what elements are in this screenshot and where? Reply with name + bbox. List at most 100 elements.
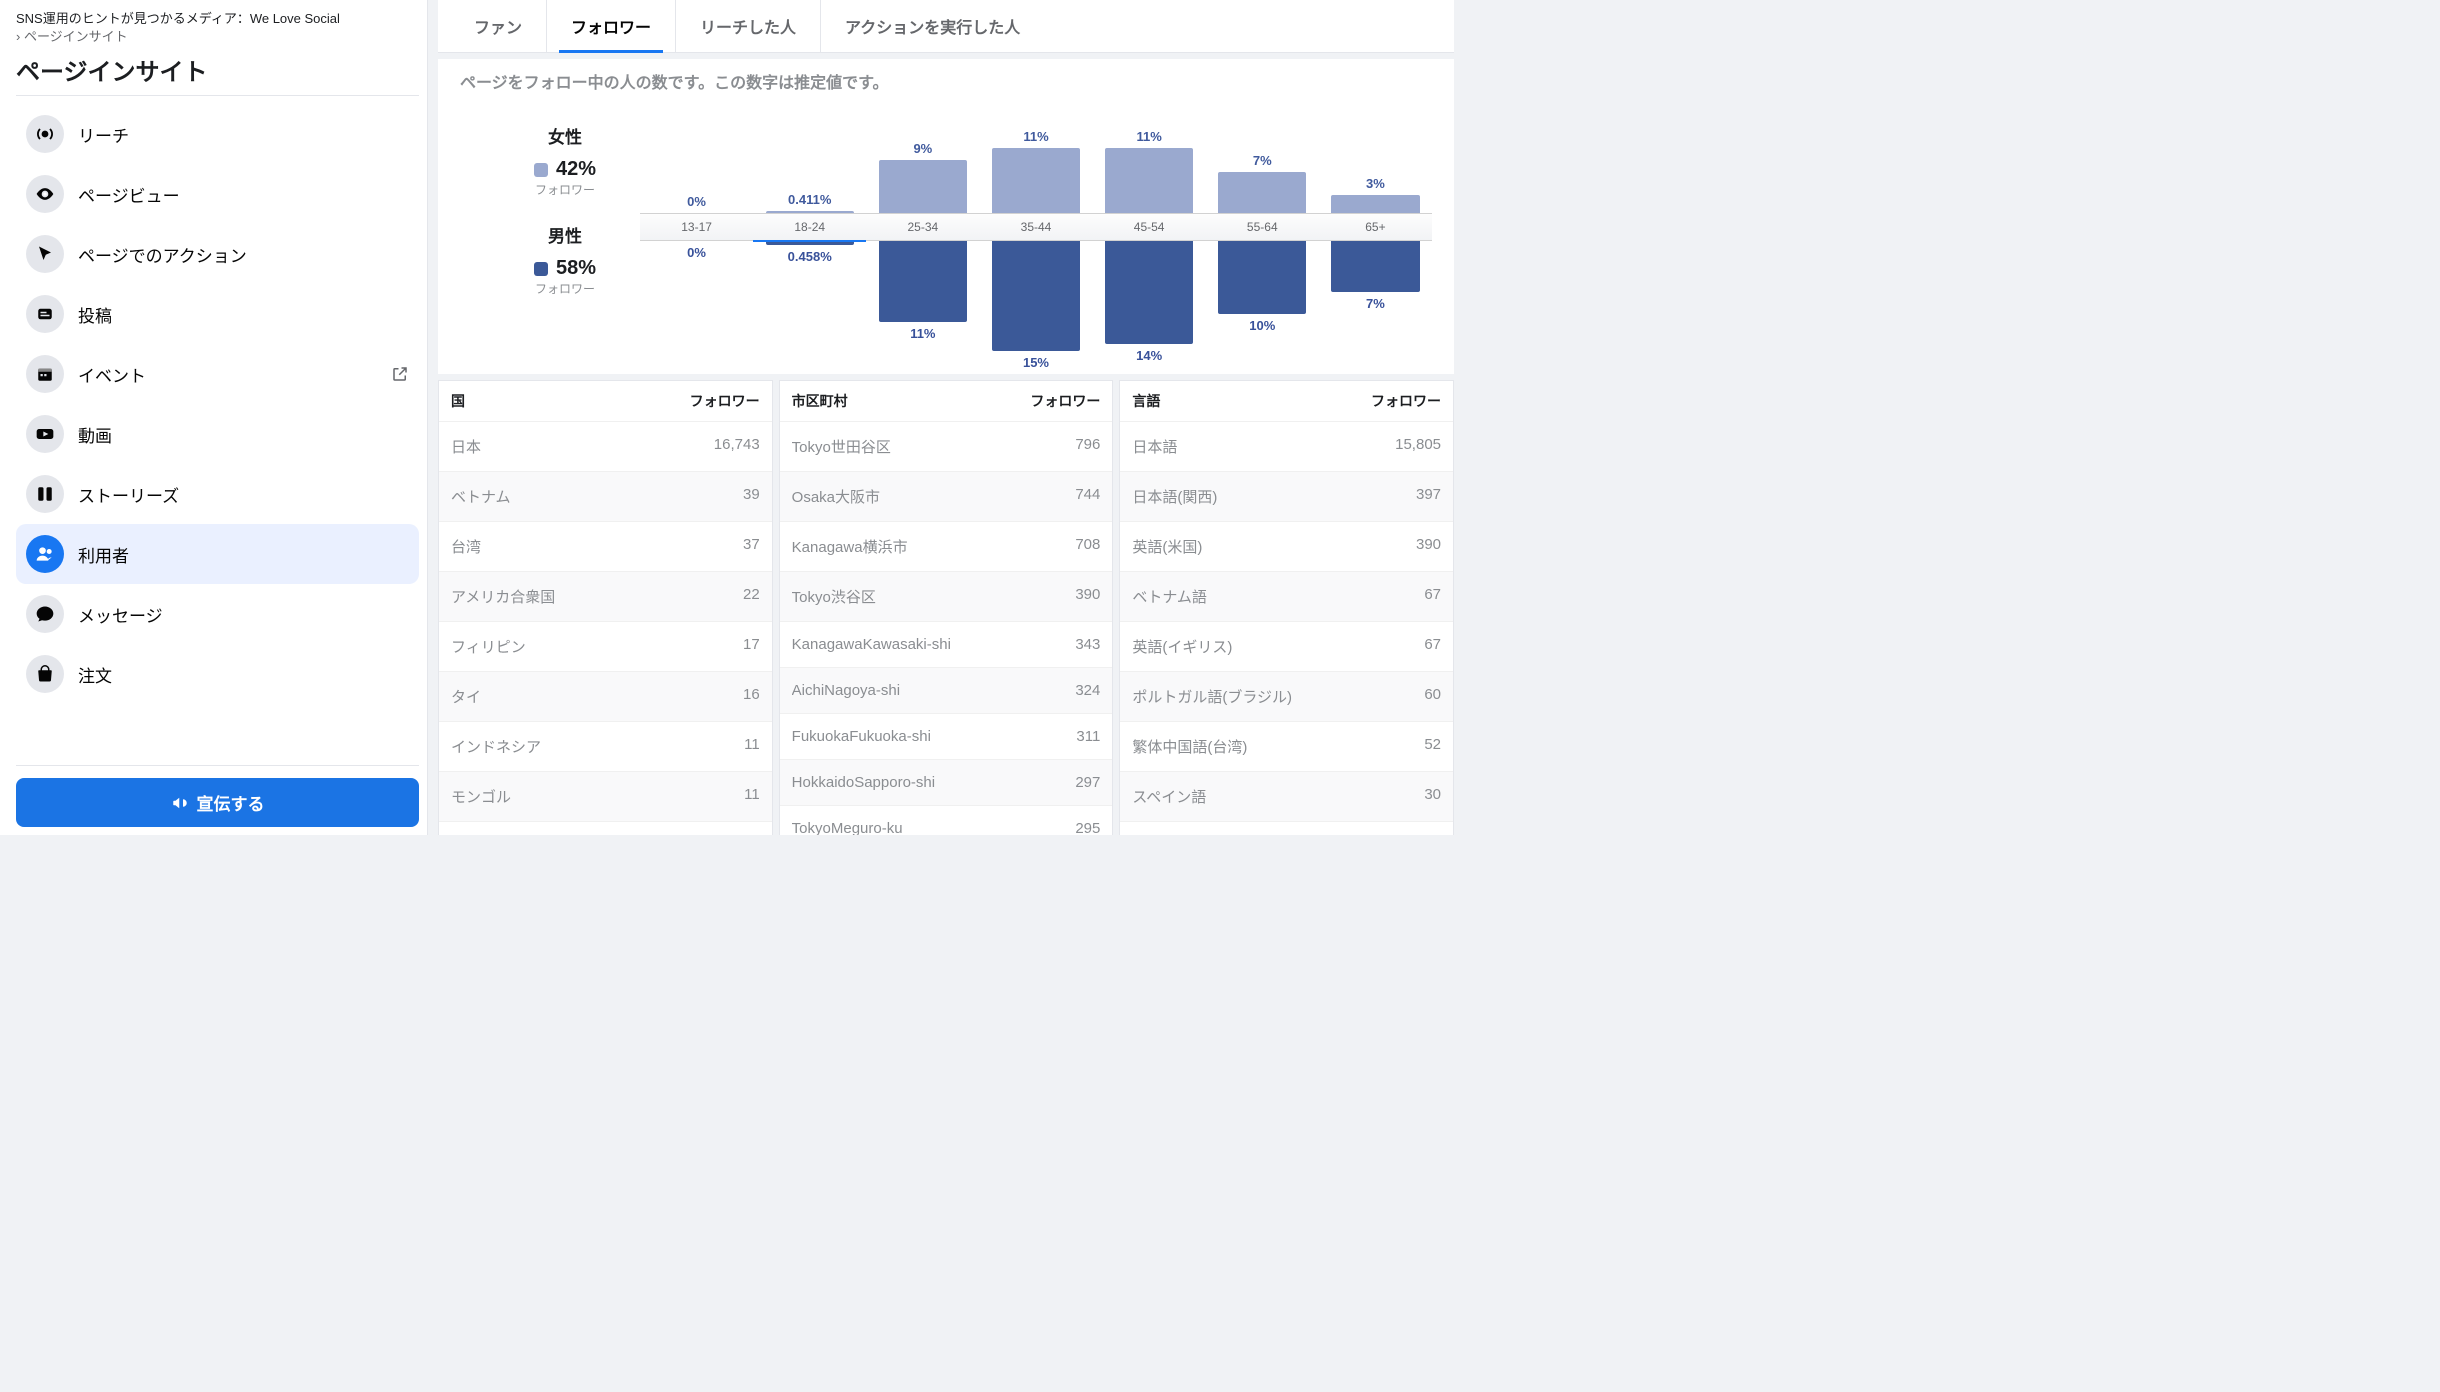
- cell-name: ベトナム: [451, 486, 743, 507]
- tab-1[interactable]: フォロワー: [547, 0, 676, 52]
- sidebar-item-4[interactable]: イベント: [16, 344, 419, 404]
- bar-female: [1218, 172, 1306, 213]
- age-col-45-54[interactable]: 11%45-5414%: [1093, 107, 1206, 374]
- tab-0[interactable]: ファン: [450, 0, 547, 52]
- th-followers[interactable]: フォロワー: [1030, 391, 1100, 411]
- sidebar-item-3[interactable]: 投稿: [16, 284, 419, 344]
- table-row[interactable]: タイ16: [439, 671, 772, 721]
- table-row[interactable]: Tokyo渋谷区390: [780, 571, 1113, 621]
- male-val: 14%: [1136, 348, 1162, 363]
- bar-female: [879, 160, 967, 213]
- table-row[interactable]: ポルトガル語(ブラジル)60: [1120, 671, 1453, 721]
- sidebar-item-0[interactable]: リーチ: [16, 104, 419, 164]
- th-followers[interactable]: フォロワー: [1371, 391, 1441, 411]
- tab-2[interactable]: リーチした人: [676, 0, 821, 52]
- male-val: 0%: [687, 245, 706, 260]
- cell-value: 22: [743, 586, 760, 607]
- sidebar-item-5[interactable]: 動画: [16, 404, 419, 464]
- age-col-13-17[interactable]: 0%13-170%: [640, 107, 753, 374]
- table-row[interactable]: タイ語24: [1120, 821, 1453, 835]
- table-city: 市区町村 フォロワー Tokyo世田谷区796Osaka大阪市744Kanaga…: [779, 380, 1114, 835]
- table-row[interactable]: 繁体中国語(台湾)52: [1120, 721, 1453, 771]
- panel-description: ページをフォロー中の人の数です。この数字は推定値です。: [460, 69, 1432, 93]
- cell-name: ベトナム語: [1132, 586, 1424, 607]
- table-row[interactable]: 日本16,743: [439, 421, 772, 471]
- table-row[interactable]: インドネシア11: [439, 721, 772, 771]
- age-col-65+[interactable]: 3%65+7%: [1319, 107, 1432, 374]
- cell-name: 日本語: [1132, 436, 1395, 457]
- promote-button[interactable]: 宣伝する: [16, 778, 419, 827]
- cell-name: 日本語(関西): [1132, 486, 1416, 507]
- cell-name: フィリピン: [451, 636, 743, 657]
- table-row[interactable]: モンゴル11: [439, 771, 772, 821]
- age-col-25-34[interactable]: 9%25-3411%: [866, 107, 979, 374]
- table-row[interactable]: AichiNagoya-shi324: [780, 667, 1113, 713]
- table-row[interactable]: 日本語(関西)397: [1120, 471, 1453, 521]
- table-row[interactable]: 英語(米国)390: [1120, 521, 1453, 571]
- cell-value: 67: [1424, 586, 1441, 607]
- cell-name: アメリカ合衆国: [451, 586, 743, 607]
- th-lang[interactable]: 言語: [1132, 391, 1371, 411]
- table-row[interactable]: Osaka大阪市744: [780, 471, 1113, 521]
- swatch-female: [534, 163, 548, 177]
- table-row[interactable]: ベトナム語67: [1120, 571, 1453, 621]
- table-row[interactable]: シンガポール10: [439, 821, 772, 835]
- table-row[interactable]: Kanagawa横浜市708: [780, 521, 1113, 571]
- th-followers[interactable]: フォロワー: [690, 391, 760, 411]
- table-row[interactable]: アメリカ合衆国22: [439, 571, 772, 621]
- table-row[interactable]: ベトナム39: [439, 471, 772, 521]
- cell-value: 796: [1075, 436, 1100, 457]
- sidebar-item-9[interactable]: 注文: [16, 644, 419, 704]
- cell-value: 16: [743, 686, 760, 707]
- table-row[interactable]: HokkaidoSapporo-shi297: [780, 759, 1113, 805]
- female-val: 11%: [1023, 129, 1048, 144]
- breadcrumb-line1[interactable]: SNS運用のヒントが見つかるメディア：We Love Social: [16, 10, 419, 28]
- table-row[interactable]: 英語(イギリス)67: [1120, 621, 1453, 671]
- bag-icon: [26, 655, 64, 693]
- cell-value: 390: [1075, 586, 1100, 607]
- table-row[interactable]: FukuokaFukuoka-shi311: [780, 713, 1113, 759]
- sidebar-item-6[interactable]: ストーリーズ: [16, 464, 419, 524]
- breadcrumb-line2[interactable]: › ページインサイト: [16, 28, 419, 46]
- cell-name: 繁体中国語(台湾): [1132, 736, 1424, 757]
- table-row[interactable]: スペイン語30: [1120, 771, 1453, 821]
- table-lang: 言語 フォロワー 日本語15,805日本語(関西)397英語(米国)390ベトナ…: [1119, 380, 1454, 835]
- sidebar-item-label: イベント: [78, 362, 377, 387]
- cell-value: 16,743: [714, 436, 760, 457]
- table-row[interactable]: Tokyo世田谷区796: [780, 421, 1113, 471]
- cell-value: 15,805: [1395, 436, 1441, 457]
- th-country[interactable]: 国: [451, 391, 690, 411]
- age-label: 18-24: [753, 213, 866, 242]
- table-row[interactable]: フィリピン17: [439, 621, 772, 671]
- video-icon: [26, 415, 64, 453]
- age-col-35-44[interactable]: 11%35-4415%: [979, 107, 1092, 374]
- tab-3[interactable]: アクションを実行した人: [821, 0, 1044, 52]
- cell-name: TokyoMeguro-ku: [792, 820, 1076, 835]
- sidebar-item-label: リーチ: [78, 122, 409, 147]
- cell-value: 390: [1416, 536, 1441, 557]
- sidebar-item-1[interactable]: ページビュー: [16, 164, 419, 224]
- age-col-55-64[interactable]: 7%55-6410%: [1206, 107, 1319, 374]
- cell-name: ポルトガル語(ブラジル): [1132, 686, 1424, 707]
- legend-female-name: 女性: [500, 123, 630, 148]
- table-row[interactable]: KanagawaKawasaki-shi343: [780, 621, 1113, 667]
- swatch-male: [534, 262, 548, 276]
- chart-area: 女性 42% フォロワー 男性 58% フォロワー: [460, 103, 1432, 374]
- cell-value: 343: [1075, 636, 1100, 653]
- sidebar-item-label: メッセージ: [78, 602, 409, 627]
- bar-male: [1105, 241, 1193, 344]
- age-label: 25-34: [866, 213, 979, 241]
- male-val: 7%: [1366, 296, 1385, 311]
- table-row[interactable]: 台湾37: [439, 521, 772, 571]
- eye-icon: [26, 175, 64, 213]
- age-label: 55-64: [1206, 213, 1319, 241]
- sidebar-item-7[interactable]: 利用者: [16, 524, 419, 584]
- table-row[interactable]: 日本語15,805: [1120, 421, 1453, 471]
- sidebar-item-label: 投稿: [78, 302, 409, 327]
- table-row[interactable]: TokyoMeguro-ku295: [780, 805, 1113, 835]
- sidebar-item-2[interactable]: ページでのアクション: [16, 224, 419, 284]
- th-city[interactable]: 市区町村: [792, 391, 1031, 411]
- age-col-18-24[interactable]: 0.411%18-240.458%: [753, 107, 866, 374]
- breadcrumb[interactable]: SNS運用のヒントが見つかるメディア：We Love Social › ページイ…: [16, 10, 419, 46]
- sidebar-item-8[interactable]: メッセージ: [16, 584, 419, 644]
